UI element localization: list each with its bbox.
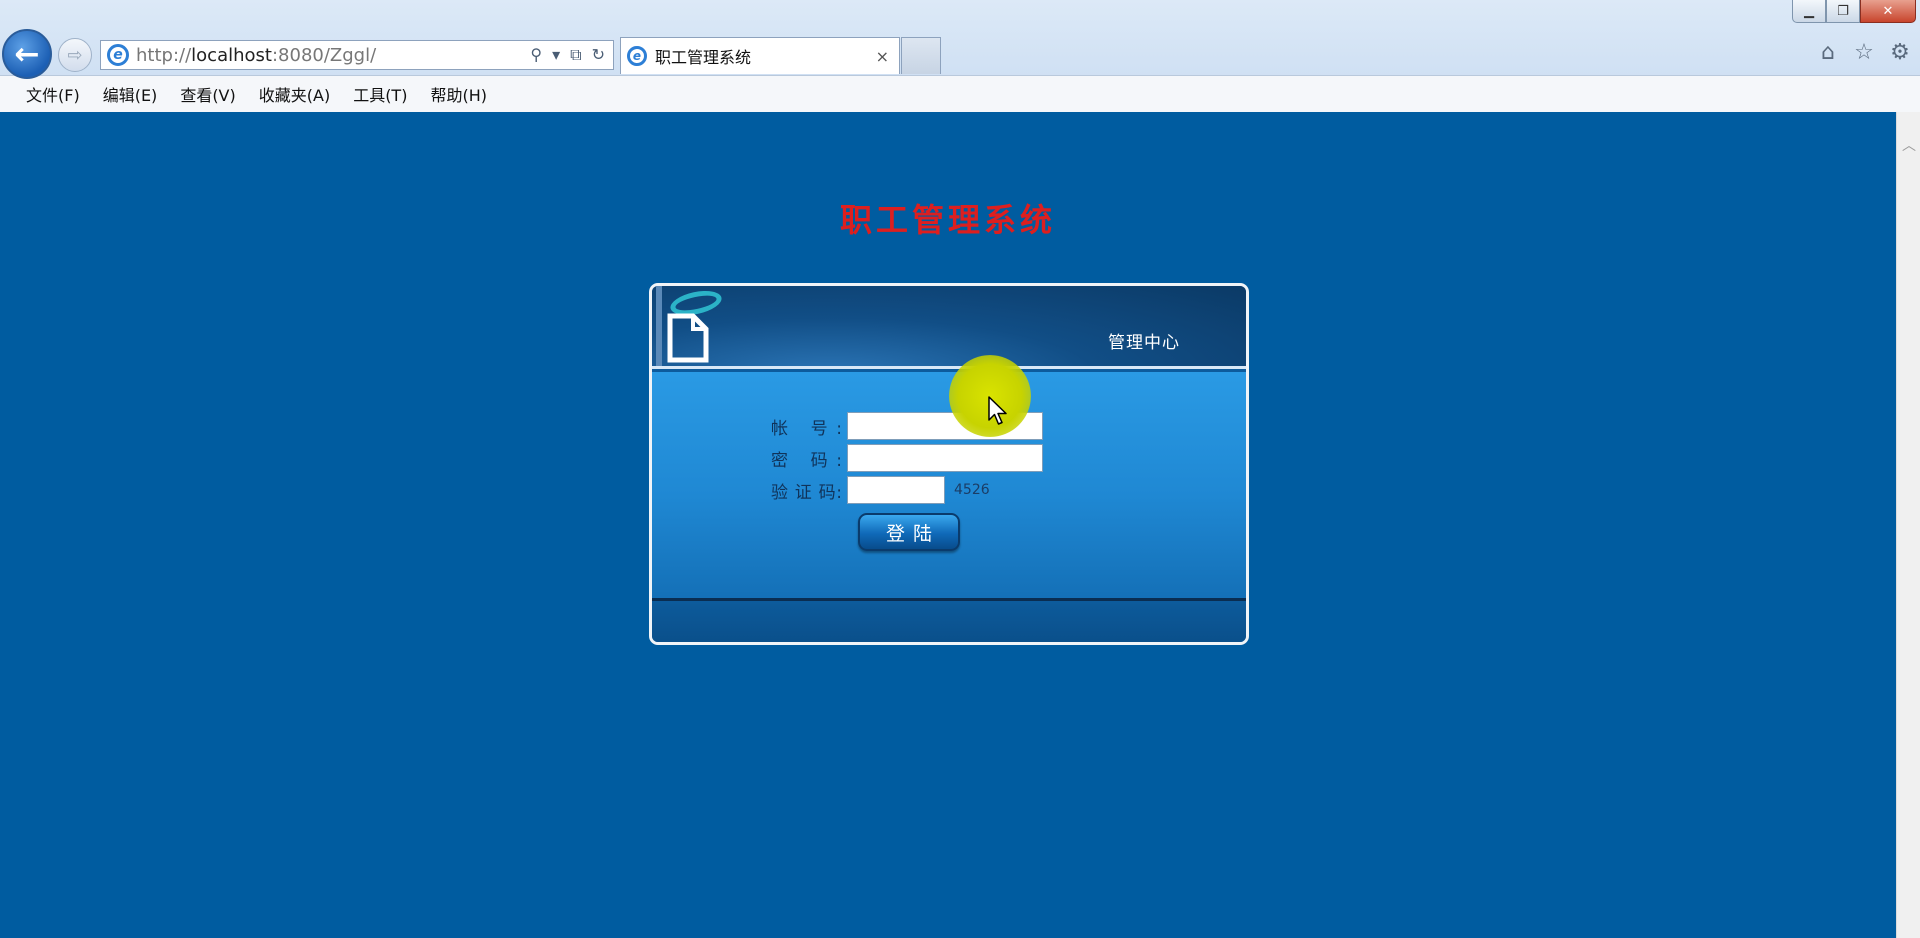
login-panel-header: 管理中心 bbox=[652, 286, 1246, 369]
dropdown-icon[interactable]: ▾ bbox=[552, 45, 560, 65]
mouse-pointer-icon bbox=[988, 396, 1007, 425]
menu-help[interactable]: 帮助(H) bbox=[430, 82, 487, 106]
login-button[interactable]: 登陆 bbox=[858, 513, 960, 551]
back-button[interactable]: ← bbox=[2, 29, 52, 79]
close-window-button[interactable]: ✕ bbox=[1860, 0, 1916, 23]
captcha-input[interactable] bbox=[847, 476, 945, 504]
document-icon bbox=[667, 313, 709, 363]
forward-button[interactable]: ⇨ bbox=[58, 38, 92, 72]
menu-favorites[interactable]: 收藏夹(A) bbox=[259, 82, 330, 106]
panel-title: 管理中心 bbox=[1108, 333, 1180, 353]
arrow-right-icon: ⇨ bbox=[67, 44, 83, 66]
compatibility-view-icon[interactable]: ⧉ bbox=[570, 45, 581, 65]
address-tools: ⚲ ▾ ⧉ ↻ bbox=[530, 45, 605, 65]
page-content: 职工管理系统 管理中心 帐 号: 密 码: 验 证 码: 4526 登陆 bbox=[0, 112, 1896, 938]
password-label: 密 码: bbox=[771, 450, 842, 471]
menu-edit[interactable]: 编辑(E) bbox=[103, 82, 158, 106]
captcha-row: 验 证 码: 4526 bbox=[771, 476, 990, 504]
favorites-star-icon[interactable]: ☆ bbox=[1852, 40, 1876, 65]
menu-view[interactable]: 查看(V) bbox=[180, 82, 235, 106]
account-label: 帐 号: bbox=[771, 418, 842, 439]
home-icon[interactable]: ⌂ bbox=[1816, 40, 1840, 65]
header-divider bbox=[656, 286, 662, 366]
tab-title: 职工管理系统 bbox=[655, 48, 752, 67]
refresh-icon[interactable]: ↻ bbox=[592, 45, 605, 65]
search-icon[interactable]: ⚲ bbox=[530, 45, 542, 65]
chevron-up-icon[interactable]: ︿ bbox=[1897, 134, 1920, 156]
captcha-code: 4526 bbox=[954, 482, 990, 498]
page-title: 职工管理系统 bbox=[839, 201, 1056, 239]
ie-logo-icon: e bbox=[107, 44, 129, 66]
restore-button[interactable]: ❐ bbox=[1826, 0, 1860, 23]
new-tab-button[interactable] bbox=[901, 37, 941, 74]
menu-file[interactable]: 文件(F) bbox=[26, 82, 80, 106]
password-input[interactable] bbox=[847, 444, 1043, 472]
tab-close-icon[interactable]: × bbox=[876, 47, 889, 66]
captcha-label: 验 证 码: bbox=[771, 482, 842, 503]
password-row: 密 码: bbox=[771, 444, 1043, 472]
login-panel-footer bbox=[652, 604, 1246, 642]
menu-bar: 文件(F) 编辑(E) 查看(V) 收藏夹(A) 工具(T) 帮助(H) bbox=[0, 76, 510, 112]
address-bar[interactable]: e http://localhost:8080/Zggl/ ⚲ ▾ ⧉ ↻ bbox=[100, 40, 614, 70]
address-url[interactable]: http://localhost:8080/Zggl/ bbox=[136, 45, 530, 66]
login-panel: 管理中心 帐 号: 密 码: 验 证 码: 4526 登陆 bbox=[649, 283, 1249, 645]
menu-tools[interactable]: 工具(T) bbox=[353, 82, 407, 106]
tab-active[interactable]: e 职工管理系统 × bbox=[620, 37, 900, 74]
ie-logo-icon: e bbox=[627, 46, 647, 66]
vertical-scrollbar[interactable]: ︿ bbox=[1896, 112, 1920, 938]
login-form: 帐 号: 密 码: 验 证 码: 4526 bbox=[652, 372, 1246, 601]
browser-toolbar-icons: ⌂ ☆ ⚙ bbox=[1816, 40, 1912, 65]
arrow-left-icon: ← bbox=[14, 36, 40, 72]
window-controls: ▁ ❐ ✕ bbox=[1792, 0, 1916, 25]
gear-icon[interactable]: ⚙ bbox=[1888, 40, 1912, 65]
minimize-button[interactable]: ▁ bbox=[1792, 0, 1826, 23]
